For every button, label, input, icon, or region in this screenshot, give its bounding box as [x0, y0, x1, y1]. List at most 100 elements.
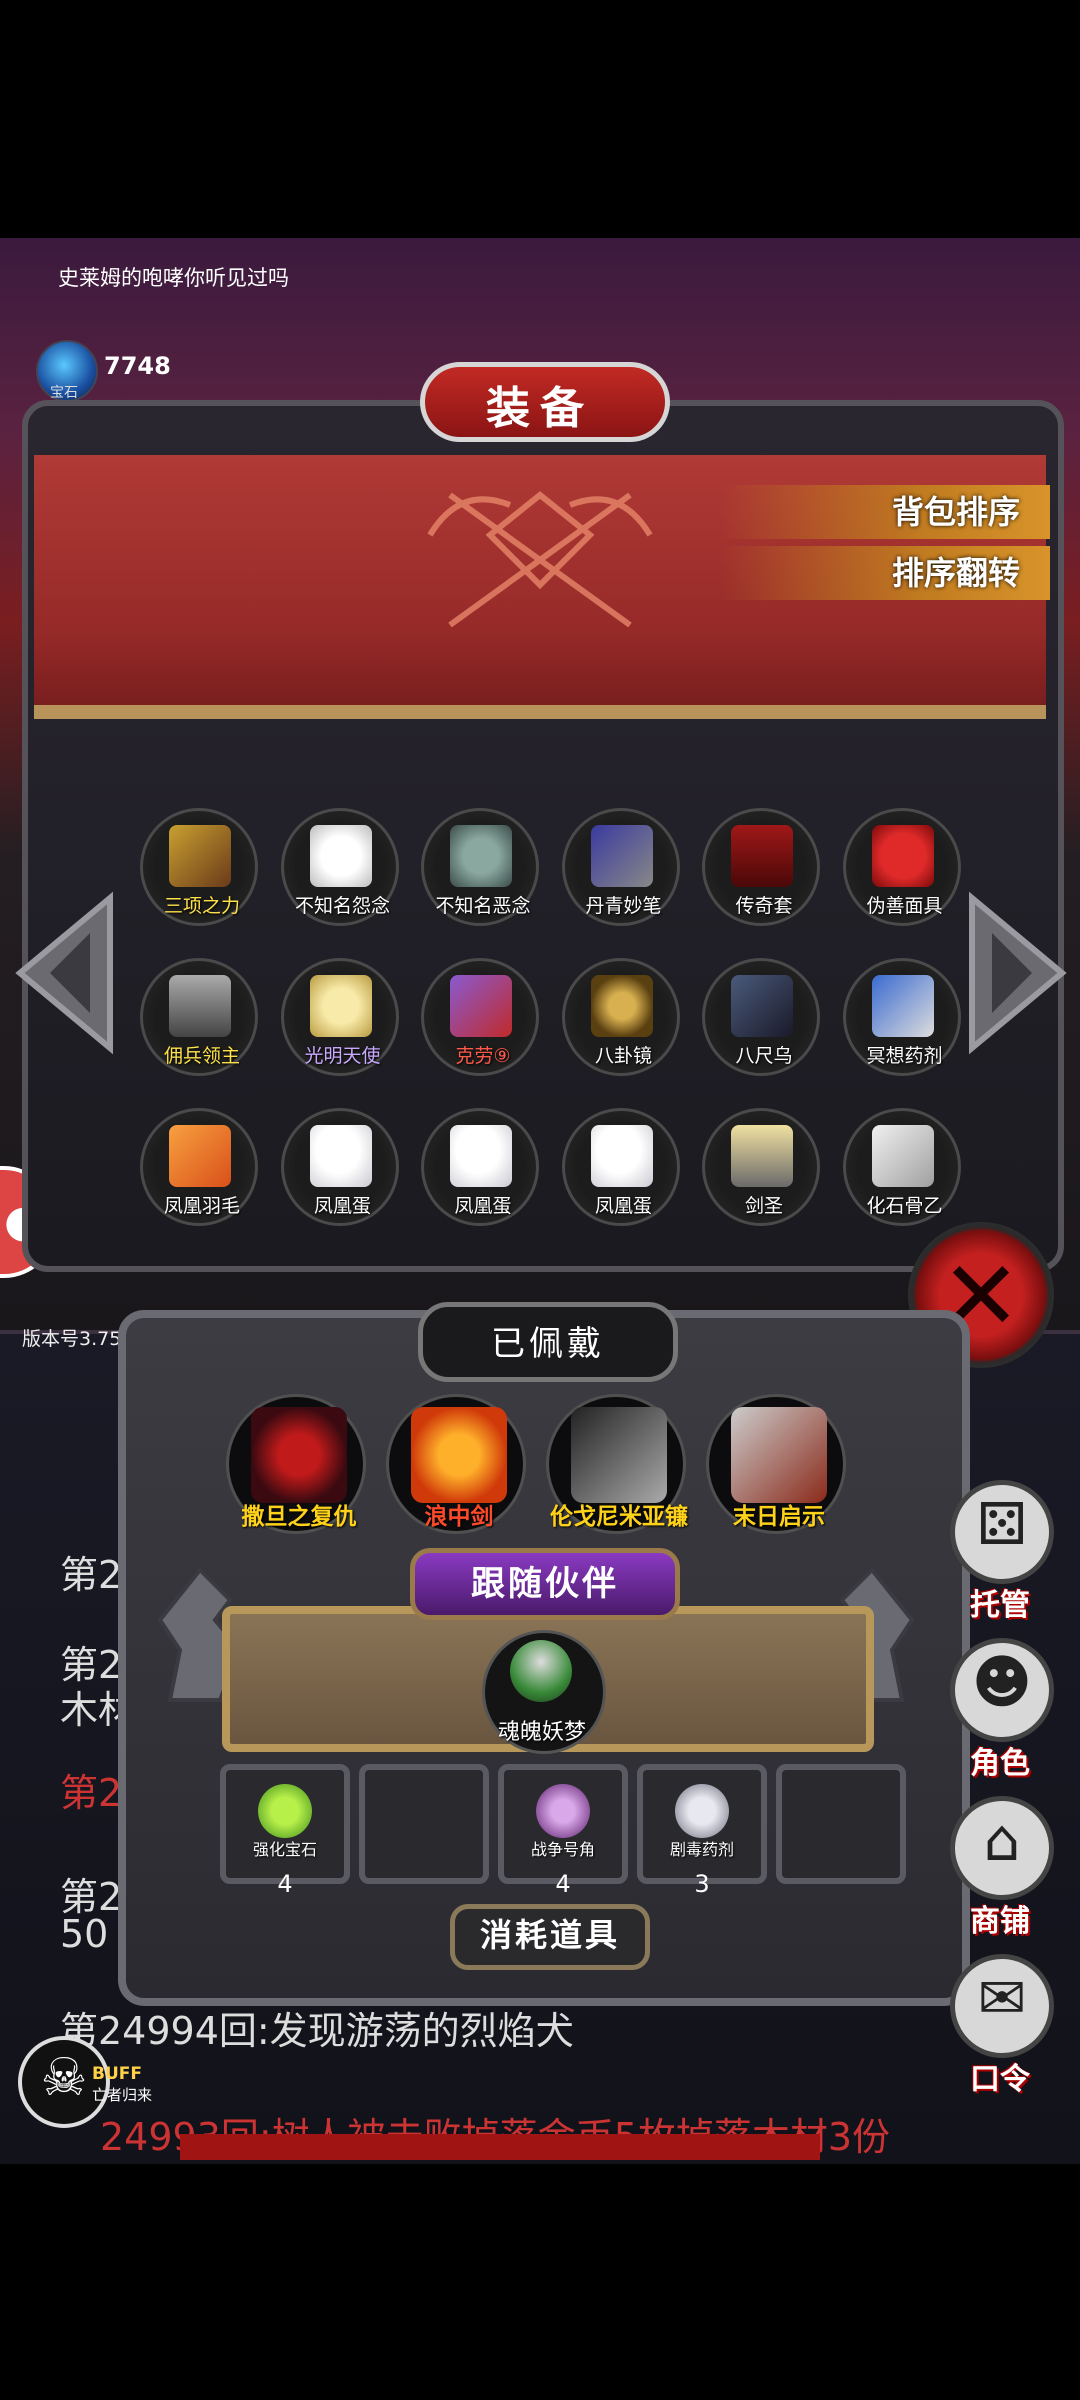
equipment-item-label: 不知名怨念	[294, 895, 390, 917]
worn-item-label: 伦戈尼米亚镰	[550, 1504, 688, 1530]
companion-name: 魂魄妖梦	[497, 1720, 586, 1745]
consumable-count: 4	[555, 1870, 571, 1898]
equipment-item-slot[interactable]: 克劳⑨	[421, 958, 539, 1076]
potion-icon	[675, 1784, 729, 1838]
empty-consumable-slot[interactable]	[776, 1764, 906, 1884]
equipment-item-label: 化石骨乙	[866, 1195, 943, 1217]
gem-label: 宝石	[50, 385, 78, 401]
worn-item-slot[interactable]: 伦戈尼米亚镰	[546, 1394, 688, 1534]
egg-icon	[450, 1125, 512, 1187]
equipment-title-plaque: 装备	[380, 342, 700, 448]
sort-bag-button[interactable]: 背包排序	[720, 485, 1050, 539]
equipment-item-slot[interactable]: 伪善面具	[842, 808, 961, 926]
equipment-item-slot[interactable]: 三项之力	[140, 808, 258, 926]
spear-icon	[571, 1407, 667, 1503]
scroll-icon: ✉	[977, 1964, 1027, 2032]
log-line: 第24994回:发现游荡的烈焰犬	[60, 2009, 574, 2053]
egg-icon	[590, 1125, 653, 1187]
consumable-label: 剧毒药剂	[669, 1840, 734, 1859]
red-robe-icon	[731, 825, 793, 887]
equipment-item-slot[interactable]: 不知名恶念	[421, 808, 539, 926]
syringe-icon	[871, 975, 934, 1037]
equipment-item-slot[interactable]: 传奇套	[702, 808, 820, 926]
equipment-item-label: 凤凰蛋	[454, 1195, 512, 1217]
equipment-item-slot[interactable]: 剑圣	[702, 1108, 820, 1226]
worn-item-label: 撒旦之复仇	[241, 1504, 357, 1530]
equipment-item-label: 八卦镜	[594, 1045, 652, 1067]
demon-wings-icon	[251, 1407, 347, 1503]
equipment-item-label: 凤凰羽毛	[163, 1195, 240, 1217]
shop-icon: ⌂	[983, 1806, 1021, 1874]
flaming-sword-icon	[411, 1407, 507, 1503]
equipment-item-slot[interactable]: 八尺乌	[702, 958, 820, 1076]
worn-item-slot[interactable]: 末日启示	[706, 1394, 846, 1534]
equipment-item-label: 传奇套	[735, 895, 793, 917]
consumable-count: 3	[694, 1870, 710, 1898]
consumable-slot[interactable]: 剧毒药剂	[637, 1764, 767, 1884]
equipment-item-slot[interactable]: 凤凰蛋	[280, 1108, 399, 1226]
equipment-item-label: 剑圣	[744, 1195, 783, 1217]
angel-icon	[309, 975, 372, 1037]
bagua-mirror-icon	[590, 975, 653, 1037]
green-gem-icon	[258, 1784, 312, 1838]
equipment-item-label: 佣兵领主	[163, 1045, 240, 1067]
equipment-item-slot[interactable]: 不知名怨念	[280, 808, 399, 926]
equipment-item-label: 丹青妙笔	[585, 895, 662, 917]
equipment-item-label: 不知名恶念	[435, 895, 531, 917]
equipment-item-slot[interactable]: 光明天使	[280, 958, 399, 1076]
equipment-item-slot[interactable]: 丹青妙笔	[561, 808, 680, 926]
scrolling-message: 史莱姆的咆哮你听见过吗	[58, 266, 289, 290]
equipment-item-slot[interactable]: 化石骨乙	[842, 1108, 961, 1226]
worn-item-label: 末日启示	[733, 1504, 825, 1530]
consumable-label: 战争号角	[530, 1840, 595, 1859]
worn-item-label: 浪中剑	[424, 1504, 494, 1530]
menu-button-label: 托管	[970, 1588, 1030, 1623]
equipment-item-slot[interactable]: 冥想药剂	[842, 958, 961, 1076]
equipment-item-slot[interactable]: 八卦镜	[561, 958, 680, 1076]
swordsman-icon	[731, 1125, 793, 1187]
equipment-item-label: 克劳⑨	[455, 1045, 511, 1067]
equipment-item-slot[interactable]: 佣兵领主	[140, 958, 258, 1076]
armored-knight-icon	[169, 975, 231, 1037]
youmu-icon	[510, 1640, 572, 1702]
consumable-label: 强化宝石	[252, 1840, 317, 1859]
equipment-item-label: 冥想药剂	[866, 1045, 943, 1067]
equipment-item-label: 八尺乌	[735, 1045, 793, 1067]
egg-icon	[309, 1125, 372, 1187]
worn-item-slot[interactable]: 撒旦之复仇	[226, 1394, 366, 1534]
equipment-item-label: 三项之力	[163, 895, 240, 917]
red-mask-icon	[871, 825, 934, 887]
equipment-title: 装备	[486, 383, 594, 434]
gem-value: 7748	[104, 352, 171, 380]
equipment-item-slot[interactable]: 凤凰羽毛	[140, 1108, 258, 1226]
equipment-item-label: 凤凰蛋	[313, 1195, 371, 1217]
equipment-item-slot[interactable]: 凤凰蛋	[421, 1108, 539, 1226]
consumables-title: 消耗道具	[479, 1916, 620, 1954]
brush-icon	[590, 825, 653, 887]
equipment-grid: 三项之力 不知名怨念 不知名恶念 丹青妙笔 传奇套 伪善面具佣兵领主 光明天使 克劳⑨ 八卦镜 八…	[60, 730, 1020, 1240]
menu-button-label: 商铺	[970, 1904, 1030, 1939]
equipment-item-label: 伪善面具	[866, 895, 943, 917]
log-line: 50	[60, 1912, 109, 1956]
ghost-icon	[309, 825, 372, 887]
equipment-item-slot[interactable]: 凤凰蛋	[561, 1108, 680, 1226]
clown-icon	[450, 975, 512, 1037]
sword-and-wand-icon	[169, 825, 231, 887]
dice-icon: ⚄	[976, 1490, 1028, 1558]
flip-sort-button[interactable]: 排序翻转	[720, 546, 1050, 600]
crossed-swords-emblem-icon	[427, 491, 653, 628]
buff-label: BUFF	[92, 2064, 142, 2084]
consumable-slot[interactable]: 强化宝石	[220, 1764, 350, 1884]
hooded-figure-icon: ☻	[971, 1648, 1033, 1716]
war-horn-icon	[536, 1784, 590, 1838]
gem-counter: 7748 宝石	[36, 340, 196, 402]
version-label: 版本号3.75	[22, 1328, 122, 1350]
consumable-slot[interactable]: 战争号角	[498, 1764, 628, 1884]
equipment-item-label: 光明天使	[304, 1045, 381, 1067]
crow-icon	[731, 975, 793, 1037]
worn-item-slot[interactable]: 浪中剑	[386, 1394, 526, 1534]
empty-consumable-slot[interactable]	[359, 1764, 489, 1884]
bottom-red-bar	[180, 2134, 820, 2160]
specter-icon	[450, 825, 512, 887]
consumable-count: 4	[277, 1870, 293, 1898]
